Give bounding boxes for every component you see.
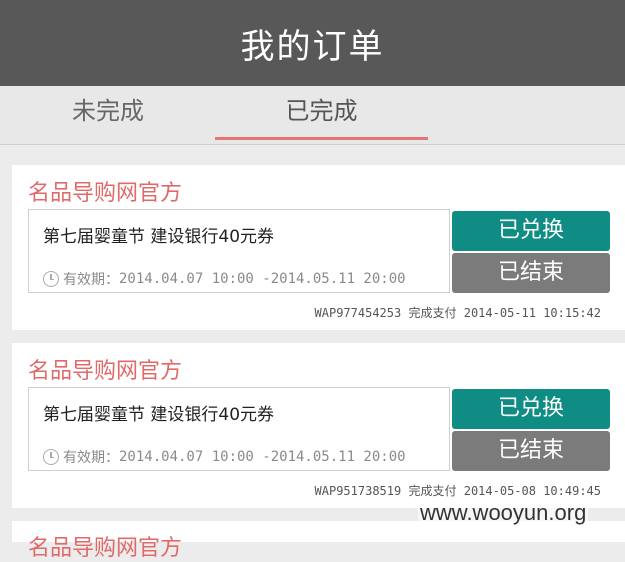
order-meta: WAP951738519 完成支付 2014-05-08 10:49:45 bbox=[315, 482, 601, 499]
payment-status: 完成支付 bbox=[408, 484, 457, 498]
order-meta: WAP977454253 完成支付 2014-05-11 10:15:42 bbox=[315, 304, 601, 321]
validity-period: 有效期： 2014.04.07 10:00 -2014.05.11 20:00 bbox=[43, 447, 406, 467]
page-title: 我的订单 bbox=[240, 26, 385, 67]
redeemed-button[interactable]: 已兑换 bbox=[452, 211, 610, 251]
validity-range: 2014.04.07 10:00 -2014.05.11 20:00 bbox=[119, 271, 406, 287]
order-number: WAP951738519 bbox=[314, 484, 402, 498]
coupon-name: 第七届婴童节 建设银行40元券 bbox=[43, 227, 275, 247]
clock-icon bbox=[43, 271, 59, 287]
shop-name[interactable]: 名品导购网官方 bbox=[28, 175, 182, 207]
redeemed-button[interactable]: 已兑换 bbox=[452, 389, 610, 429]
payment-status: 完成支付 bbox=[408, 306, 457, 320]
tab-incomplete[interactable]: 未完成 bbox=[30, 86, 186, 144]
ended-button[interactable]: 已结束 bbox=[452, 253, 610, 293]
tab-completed[interactable]: 已完成 bbox=[215, 86, 428, 144]
coupon-box[interactable]: 第七届婴童节 建设银行40元券 有效期： 2014.04.07 10:00 -2… bbox=[28, 209, 450, 293]
validity-label: 有效期： bbox=[63, 450, 119, 466]
active-tab-indicator bbox=[215, 137, 428, 140]
ended-button[interactable]: 已结束 bbox=[452, 431, 610, 471]
clock-icon bbox=[43, 449, 59, 465]
watermark: www.wooyun.org bbox=[418, 500, 589, 526]
coupon-box[interactable]: 第七届婴童节 建设银行40元券 有效期： 2014.04.07 10:00 -2… bbox=[28, 387, 450, 471]
validity-period: 有效期： 2014.04.07 10:00 -2014.05.11 20:00 bbox=[43, 269, 406, 289]
order-timestamp: 2014-05-08 10:49:45 bbox=[463, 484, 601, 498]
order-tabs: 未完成 已完成 bbox=[0, 86, 625, 145]
app-header: 我的订单 bbox=[0, 0, 625, 86]
shop-name[interactable]: 名品导购网官方 bbox=[28, 530, 182, 562]
shop-name[interactable]: 名品导购网官方 bbox=[28, 353, 182, 385]
order-number: WAP977454253 bbox=[314, 306, 402, 320]
order-timestamp: 2014-05-11 10:15:42 bbox=[463, 306, 601, 320]
order-card: 名品导购网官方 第七届婴童节 建设银行40元券 有效期： 2014.04.07 … bbox=[6, 343, 625, 508]
tab-completed-label: 已完成 bbox=[285, 97, 358, 125]
coupon-name: 第七届婴童节 建设银行40元券 bbox=[43, 405, 275, 425]
order-card: 名品导购网官方 第七届婴童节 建设银行40元券 有效期： 2014.04.07 … bbox=[6, 165, 625, 330]
validity-range: 2014.04.07 10:00 -2014.05.11 20:00 bbox=[119, 449, 406, 465]
validity-label: 有效期： bbox=[63, 272, 119, 288]
